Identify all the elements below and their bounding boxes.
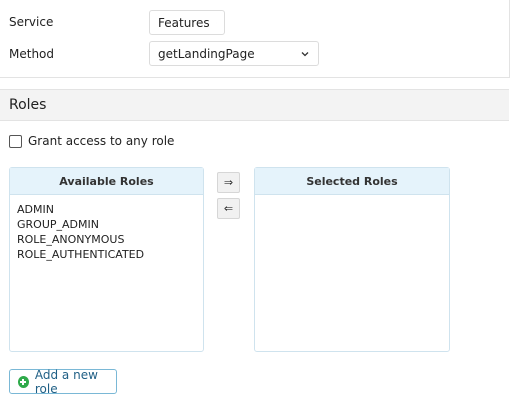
role-item[interactable]: ADMIN <box>17 202 196 217</box>
available-roles-header: Available Roles <box>10 168 203 195</box>
move-left-button[interactable]: ⇐ <box>217 198 240 219</box>
service-select[interactable]: Features <box>149 10 225 35</box>
add-role-label: Add a new role <box>34 367 98 396</box>
service-label: Service <box>9 15 54 29</box>
service-value: Features <box>158 15 210 30</box>
selected-roles-list: Selected Roles <box>254 167 450 352</box>
plus-circle-icon <box>18 375 29 388</box>
service-method-panel: Service Features Method getLandingPage <box>0 0 510 78</box>
selected-roles-header: Selected Roles <box>255 168 449 195</box>
grant-access-option[interactable]: Grant access to any role <box>9 134 174 148</box>
add-role-button[interactable]: Add a new role <box>9 367 117 396</box>
available-roles-body[interactable]: ADMIN GROUP_ADMIN ROLE_ANONYMOUS ROLE_AU… <box>10 195 203 269</box>
roles-title: Roles <box>9 97 47 113</box>
role-item[interactable]: ROLE_ANONYMOUS <box>17 232 196 247</box>
method-value: getLandingPage <box>158 46 255 61</box>
grant-access-checkbox[interactable] <box>9 134 22 148</box>
arrow-left-icon: ⇐ <box>223 202 234 215</box>
arrow-right-icon: ⇒ <box>223 176 234 189</box>
roles-section-header: Roles <box>0 89 509 121</box>
selected-roles-body[interactable] <box>255 195 449 209</box>
chevron-down-icon <box>301 51 309 56</box>
grant-access-label: Grant access to any role <box>28 134 175 148</box>
role-item[interactable]: ROLE_AUTHENTICATED <box>17 247 196 262</box>
role-access-form: Service Features Method getLandingPage R… <box>0 0 511 401</box>
method-select[interactable]: getLandingPage <box>149 41 319 66</box>
role-item[interactable]: GROUP_ADMIN <box>17 217 196 232</box>
method-label: Method <box>9 47 55 61</box>
available-roles-list: Available Roles ADMIN GROUP_ADMIN ROLE_A… <box>9 167 204 352</box>
move-right-button[interactable]: ⇒ <box>217 172 240 193</box>
